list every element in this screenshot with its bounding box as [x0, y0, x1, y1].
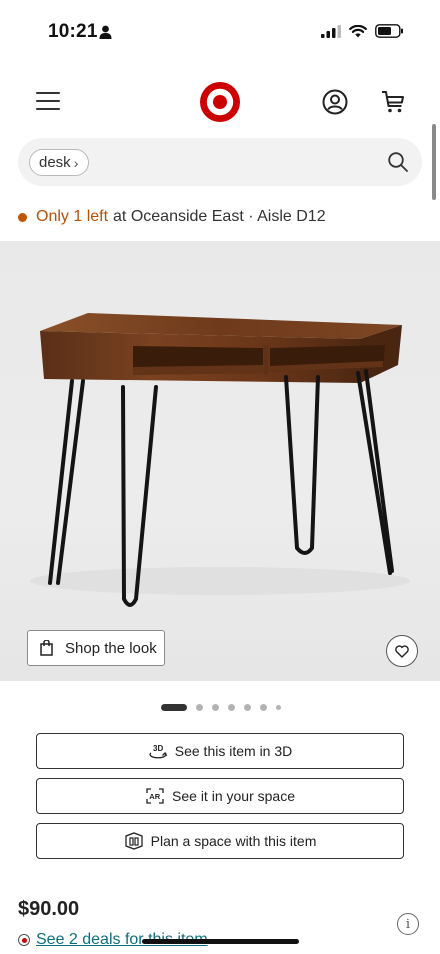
- product-price: $90.00: [18, 898, 80, 920]
- battery-icon: [375, 24, 403, 38]
- image-carousel-indicator: [0, 702, 440, 712]
- carousel-dot[interactable]: [196, 703, 203, 711]
- app-header: [0, 76, 440, 128]
- carousel-dot[interactable]: [260, 703, 267, 711]
- cart-icon[interactable]: [380, 89, 406, 115]
- shop-the-look-label: Shop the look: [65, 639, 157, 657]
- view-in-3d-label: See this item in 3D: [174, 743, 293, 759]
- view-in-3d-button[interactable]: 3D See this item in 3D: [36, 733, 404, 769]
- svg-text:AR: AR: [149, 792, 160, 801]
- hamburger-icon[interactable]: [36, 92, 60, 112]
- carousel-dot[interactable]: [161, 703, 187, 711]
- search-chip-label: desk: [39, 154, 71, 171]
- ar-icon: AR: [146, 788, 164, 804]
- 3d-icon: 3D: [149, 744, 167, 759]
- carousel-dot[interactable]: [228, 703, 235, 711]
- stock-status-dot: [18, 212, 27, 222]
- carousel-dot[interactable]: [244, 703, 251, 711]
- store-location: at Oceanside East · Aisle D12: [113, 208, 326, 225]
- wifi-icon: [349, 24, 367, 37]
- plan-space-icon: [124, 832, 143, 850]
- plan-a-space-label: Plan a space with this item: [150, 833, 317, 849]
- heart-icon: [395, 644, 409, 658]
- scrollbar-thumb[interactable]: [432, 124, 436, 200]
- product-image[interactable]: [0, 241, 440, 681]
- info-icon[interactable]: i: [397, 913, 419, 935]
- account-icon[interactable]: [322, 89, 348, 115]
- see-in-your-space-label: See it in your space: [172, 788, 295, 804]
- search-bar[interactable]: desk ›: [18, 138, 422, 186]
- favorite-button[interactable]: [386, 635, 418, 667]
- home-indicator[interactable]: [142, 939, 299, 944]
- see-in-your-space-button[interactable]: AR See it in your space: [36, 778, 404, 814]
- status-bar: 10:21: [0, 0, 440, 64]
- stock-count: Only 1 left: [36, 208, 109, 225]
- desk-image: [30, 313, 410, 607]
- svg-text:3D: 3D: [153, 744, 163, 753]
- status-time: 10:21: [48, 21, 98, 42]
- target-logo[interactable]: [199, 81, 241, 123]
- carousel-dot[interactable]: [212, 703, 219, 711]
- signal-icon: [321, 24, 341, 38]
- store-availability: Only 1 left at Oceanside East · Aisle D1…: [18, 208, 326, 226]
- plan-a-space-button[interactable]: Plan a space with this item: [36, 823, 404, 859]
- chevron-right-icon: ›: [73, 154, 79, 171]
- search-icon[interactable]: [387, 151, 409, 173]
- shop-the-look-button[interactable]: Shop the look: [27, 630, 165, 666]
- deals-icon: [18, 934, 30, 946]
- carousel-dot[interactable]: [276, 704, 281, 710]
- person-icon: [99, 25, 112, 39]
- search-term-chip[interactable]: desk ›: [29, 149, 90, 176]
- shopping-bag-icon: [40, 640, 53, 656]
